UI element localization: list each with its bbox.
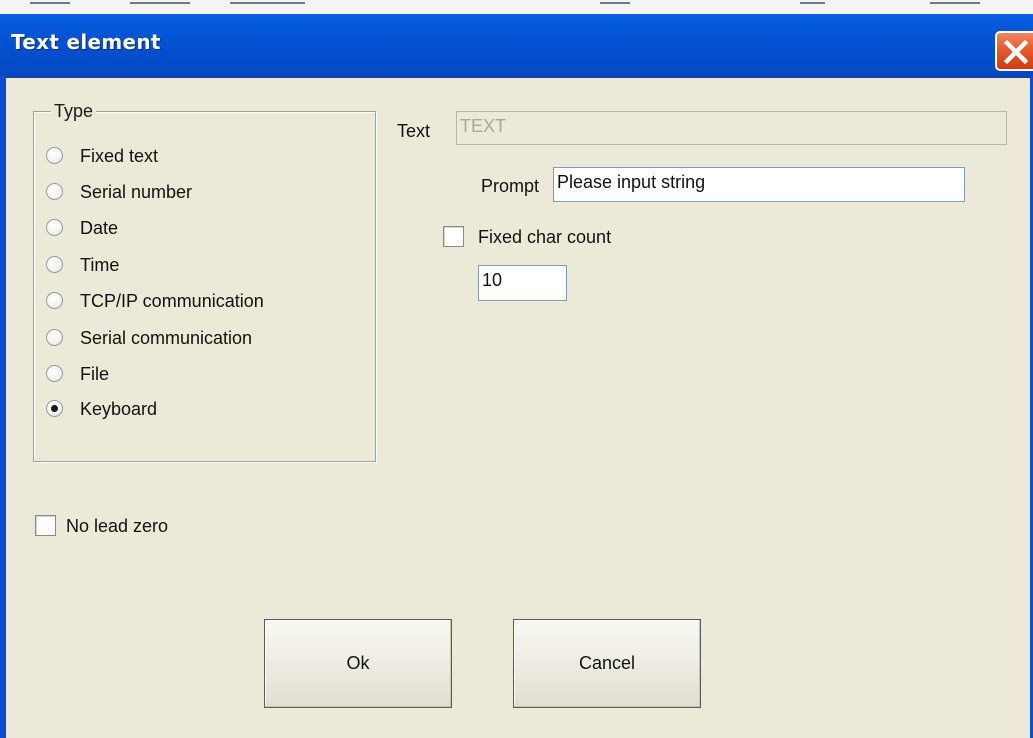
- char-count-input[interactable]: 10: [478, 265, 567, 301]
- type-group-label: Type: [51, 101, 97, 121]
- radio-label: Serial number: [80, 182, 193, 202]
- radio-button[interactable]: [46, 329, 63, 346]
- title-bar[interactable]: Text element: [0, 14, 1033, 78]
- radio-button[interactable]: [46, 147, 63, 164]
- no-lead-zero-label: No lead zero: [66, 516, 169, 536]
- window-frame-left: [0, 76, 6, 738]
- close-button[interactable]: [995, 31, 1033, 71]
- no-lead-zero-checkbox[interactable]: [35, 515, 56, 536]
- text-label: Text: [397, 121, 431, 141]
- radio-label: Date: [80, 218, 119, 238]
- radio-label: Time: [80, 255, 120, 275]
- radio-button[interactable]: [46, 292, 63, 309]
- radio-button[interactable]: [46, 183, 63, 200]
- ok-button[interactable]: Ok: [264, 619, 452, 708]
- close-icon: [1003, 39, 1029, 65]
- radio-label: TCP/IP communication: [80, 291, 264, 311]
- text-input[interactable]: TEXT: [456, 111, 1007, 145]
- radio-button[interactable]: [46, 256, 63, 273]
- fixed-char-count-label: Fixed char count: [478, 227, 612, 247]
- prompt-label: Prompt: [481, 176, 540, 196]
- cancel-button-label: Cancel: [578, 653, 636, 673]
- radio-label: File: [80, 364, 110, 384]
- radio-button[interactable]: [46, 365, 63, 382]
- window-title: Text element: [11, 30, 161, 54]
- radio-label: Keyboard: [80, 399, 158, 419]
- radio-label: Serial communication: [80, 328, 253, 348]
- ok-button-label: Ok: [346, 653, 370, 673]
- cancel-button[interactable]: Cancel: [513, 619, 701, 708]
- fixed-char-count-checkbox[interactable]: [443, 226, 464, 247]
- radio-button[interactable]: [46, 219, 63, 236]
- background-window-strip: [0, 0, 1033, 15]
- screen: Text element Type Fixed text Serial numb…: [0, 0, 1033, 738]
- prompt-input[interactable]: Please input string: [553, 167, 965, 202]
- radio-button-selected[interactable]: [46, 400, 63, 417]
- radio-label: Fixed text: [80, 146, 159, 166]
